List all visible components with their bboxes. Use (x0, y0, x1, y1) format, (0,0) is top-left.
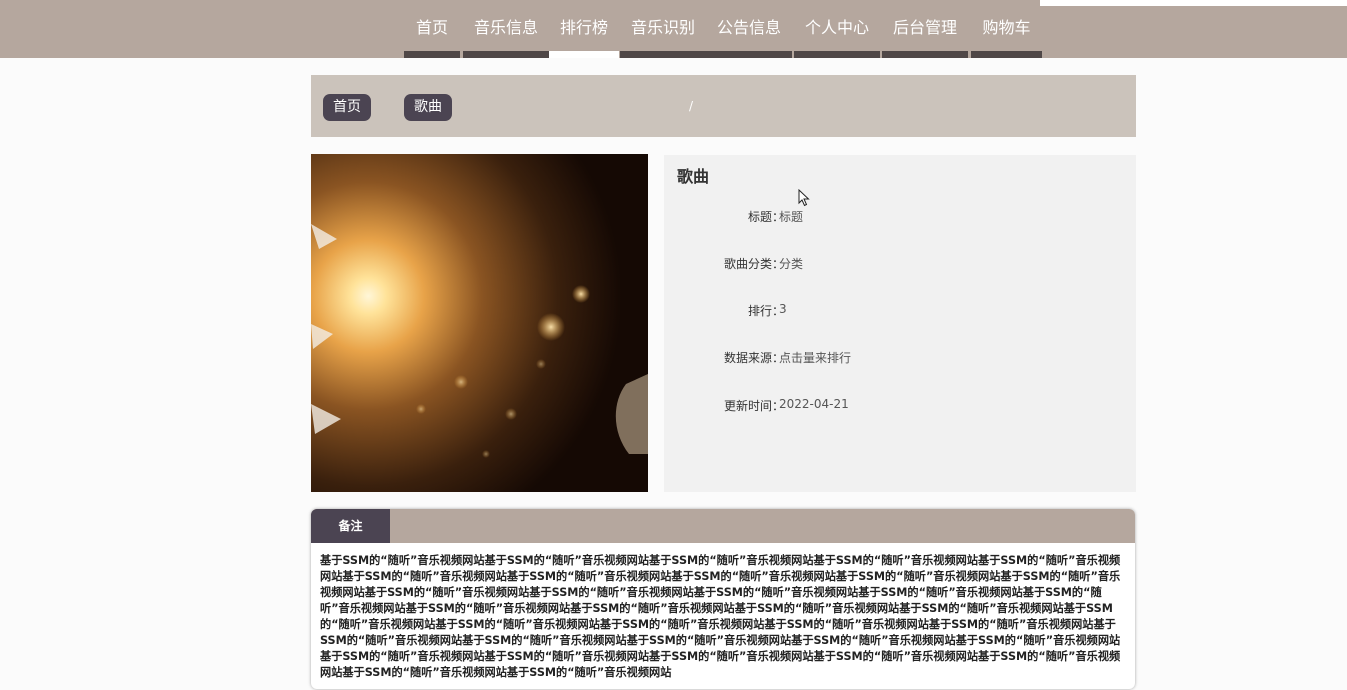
breadcrumb-song[interactable]: 歌曲 (404, 94, 452, 121)
nav-item-ranking[interactable]: 排行榜 (549, 0, 619, 58)
nav-item-underline (620, 51, 706, 58)
field-value: 点击量来排行 (779, 351, 852, 365)
remarks-content: 基于SSM的“随听”音乐视频网站基于SSM的“随听”音乐视频网站基于SSM的“随… (320, 554, 1121, 679)
nav-item-home[interactable]: 首页 (404, 0, 460, 58)
breadcrumb-separator: / (689, 99, 694, 113)
field-value: 标题 (779, 210, 804, 224)
nav-item-cart[interactable]: 购物车 (971, 0, 1042, 58)
detail-row-data-source: 数据来源： 点击量来排行 (664, 349, 1136, 369)
detail-row-category: 歌曲分类： 分类 (664, 255, 1136, 275)
nav-item-admin[interactable]: 后台管理 (882, 0, 968, 58)
field-label: 数据来源： (723, 351, 784, 365)
nav-item-label: 购物车 (982, 18, 1031, 37)
song-cover-image (311, 154, 648, 492)
nav-item-underline (404, 51, 460, 58)
detail-title: 歌曲 (677, 167, 710, 186)
nav-item-music-recognition[interactable]: 音乐识别 (620, 0, 706, 58)
remarks-panel: 备注 基于SSM的“随听”音乐视频网站基于SSM的“随听”音乐视频网站基于SSM… (311, 509, 1135, 689)
remarks-tab-bar: 备注 (311, 509, 1135, 543)
nav-item-underline (463, 51, 549, 58)
detail-row-rank: 排行： 3 (664, 302, 1136, 322)
field-label: 更新时间： (723, 399, 784, 413)
nav-item-label: 个人中心 (804, 18, 869, 37)
breadcrumb: 首页 / 歌曲 (311, 75, 1136, 137)
field-label: 歌曲分类： (723, 257, 784, 271)
nav-item-music-info[interactable]: 音乐信息 (463, 0, 549, 58)
nav-item-label: 音乐识别 (630, 18, 695, 37)
field-value: 3 (779, 302, 787, 316)
detail-row-updated-time: 更新时间： 2022-04-21 (664, 397, 1136, 417)
detail-row-title: 标题： 标题 (664, 208, 1136, 228)
nav-item-label: 音乐信息 (473, 18, 538, 37)
main-nav: 首页 音乐信息 排行榜 音乐识别 公告信息 个人中心 后台管理 购物车 (0, 0, 1347, 58)
nav-item-label: 公告信息 (716, 18, 781, 37)
nav-item-announcements[interactable]: 公告信息 (706, 0, 792, 58)
song-detail-panel: 歌曲 标题： 标题 歌曲分类： 分类 排行： 3 数据来源： 点击量来排行 更新… (664, 155, 1136, 492)
field-value: 分类 (779, 257, 804, 271)
nav-item-underline (882, 51, 968, 58)
nav-item-user-center[interactable]: 个人中心 (794, 0, 880, 58)
nav-item-label: 后台管理 (892, 18, 957, 37)
nav-item-label: 排行榜 (559, 18, 608, 37)
nav-item-label: 首页 (415, 18, 448, 37)
field-value: 2022-04-21 (779, 397, 849, 411)
nav-item-underline (794, 51, 880, 58)
breadcrumb-home[interactable]: 首页 (323, 94, 371, 121)
nav-item-underline (706, 51, 792, 58)
tab-remarks[interactable]: 备注 (311, 509, 390, 543)
nav-item-underline (971, 51, 1042, 58)
nav-item-underline-active (549, 51, 619, 58)
mouse-cursor-icon (798, 189, 810, 207)
